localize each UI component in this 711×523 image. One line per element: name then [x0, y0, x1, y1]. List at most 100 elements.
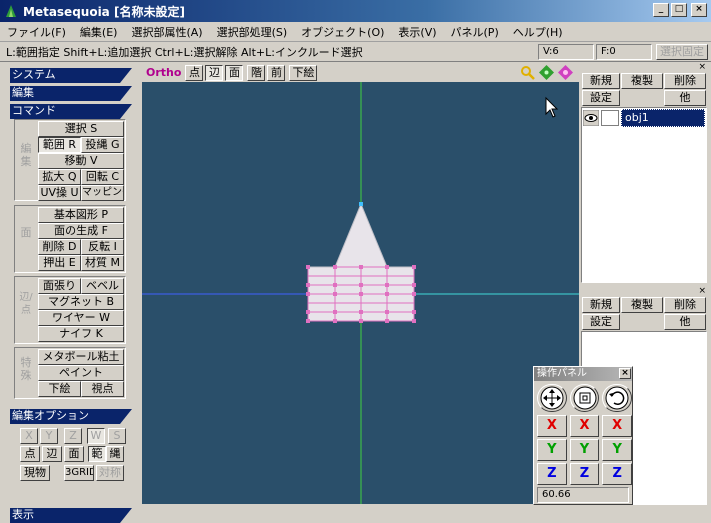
minimize-button[interactable]: _: [653, 3, 669, 17]
op-rotate-button[interactable]: [602, 384, 633, 412]
range-button[interactable]: 範囲 R: [38, 137, 81, 153]
view-face-toggle[interactable]: 面: [225, 64, 244, 81]
operation-panel-close-button[interactable]: ×: [619, 368, 631, 379]
operation-panel-titlebar[interactable]: 操作パネル ×: [534, 367, 632, 381]
menu-file[interactable]: ファイル(F): [0, 24, 73, 40]
axis-s-toggle[interactable]: S: [108, 428, 126, 444]
zoom-icon[interactable]: [520, 65, 535, 80]
uv-button[interactable]: UV操 U: [38, 185, 81, 201]
viewport-canvas[interactable]: [142, 82, 579, 504]
visibility-eye-icon[interactable]: [583, 110, 599, 126]
object-other-button[interactable]: 他: [664, 90, 706, 106]
magnet-button[interactable]: マグネット B: [38, 294, 124, 310]
op-x-button-1[interactable]: X: [537, 415, 567, 437]
menu-help[interactable]: ヘルプ(H): [506, 24, 570, 40]
object-settings-button[interactable]: 設定: [582, 90, 620, 106]
object-delete-button[interactable]: 削除: [664, 73, 706, 89]
material-panel-close-icon[interactable]: ×: [698, 287, 706, 296]
move-button[interactable]: 移動 V: [38, 153, 124, 169]
op-y-button-3[interactable]: Y: [602, 439, 633, 461]
material-new-button[interactable]: 新規: [582, 297, 620, 313]
view-sketch-toggle[interactable]: 下絵: [289, 64, 318, 81]
lasso-button[interactable]: 投縄 G: [81, 137, 124, 153]
axis-z-toggle[interactable]: Z: [64, 428, 82, 444]
section-system[interactable]: システム: [10, 68, 132, 83]
material-duplicate-button[interactable]: 複製: [621, 297, 663, 313]
projection-mode[interactable]: Ortho: [142, 66, 185, 79]
material-other-button[interactable]: 他: [664, 314, 706, 330]
section-command[interactable]: コマンド: [10, 104, 132, 119]
op-z-button-2[interactable]: Z: [569, 463, 600, 485]
object-panel-close-icon[interactable]: ×: [698, 63, 706, 72]
op-x-button-3[interactable]: X: [602, 415, 633, 437]
view-stage-toggle[interactable]: 階: [247, 64, 266, 81]
basic-shape-button[interactable]: 基本図形 P: [38, 207, 124, 223]
op-scale-button[interactable]: [569, 384, 600, 412]
current-object-toggle[interactable]: 現物: [20, 465, 50, 481]
view-edge-toggle[interactable]: 辺: [205, 64, 224, 81]
op-z-button-1[interactable]: Z: [537, 463, 567, 485]
material-delete-button[interactable]: 削除: [664, 297, 706, 313]
option-face-toggle[interactable]: 面: [64, 446, 84, 462]
lock-toggle[interactable]: [601, 110, 619, 126]
object-row[interactable]: obj1: [583, 109, 705, 127]
menu-selection-attr[interactable]: 選択部属性(A): [124, 24, 209, 40]
metaball-button[interactable]: メタボール粘土: [38, 349, 124, 365]
op-x-button-2[interactable]: X: [569, 415, 600, 437]
object-list[interactable]: obj1: [581, 107, 707, 283]
section-display[interactable]: 表示: [10, 508, 132, 523]
op-y-button-2[interactable]: Y: [569, 439, 600, 461]
viewpoint-button[interactable]: 視点: [81, 381, 124, 397]
axis-w-toggle[interactable]: W: [87, 428, 105, 444]
maximize-button[interactable]: □: [671, 3, 687, 17]
close-button[interactable]: ×: [691, 3, 707, 17]
sketch-button[interactable]: 下絵: [38, 381, 81, 397]
face-stretch-button[interactable]: 面張り: [38, 278, 81, 294]
op-y-button-1[interactable]: Y: [537, 439, 567, 461]
flip-button[interactable]: 反転 I: [81, 239, 124, 255]
paint-button[interactable]: ペイント: [38, 365, 124, 381]
menu-selection-proc[interactable]: 選択部処理(S): [210, 24, 295, 40]
extrude-button[interactable]: 押出 E: [38, 255, 81, 271]
object-duplicate-button[interactable]: 複製: [621, 73, 663, 89]
menu-panel[interactable]: パネル(P): [444, 24, 506, 40]
object-name[interactable]: obj1: [621, 109, 705, 127]
knife-button[interactable]: ナイフ K: [38, 326, 124, 342]
grid3d-toggle[interactable]: 3GRID: [64, 465, 94, 481]
bevel-button[interactable]: ベベル: [81, 278, 124, 294]
select-button[interactable]: 選択 S: [38, 121, 124, 137]
option-edge-toggle[interactable]: 辺: [42, 446, 62, 462]
view-front-toggle[interactable]: 前: [267, 64, 286, 81]
menu-edit[interactable]: 編集(E): [73, 24, 125, 40]
axis-x-toggle[interactable]: X: [20, 428, 38, 444]
scale-button[interactable]: 拡大 Q: [38, 169, 81, 185]
wire-button[interactable]: ワイヤー W: [38, 310, 124, 326]
3d-viewport[interactable]: [142, 82, 579, 504]
menu-view[interactable]: 表示(V): [391, 24, 443, 40]
object-new-button[interactable]: 新規: [582, 73, 620, 89]
scale-square-icon: [573, 386, 596, 410]
option-lasso-toggle[interactable]: 縄: [106, 446, 124, 462]
option-range-toggle[interactable]: 範: [88, 446, 106, 462]
material-button[interactable]: 材質 M: [81, 255, 124, 271]
op-value-field[interactable]: 60.66: [537, 487, 629, 503]
view-point-toggle[interactable]: 点: [185, 64, 204, 81]
mapping-button[interactable]: マッピング: [81, 185, 124, 201]
face-generate-button[interactable]: 面の生成 F: [38, 223, 124, 239]
op-move-button[interactable]: [537, 384, 567, 412]
material-settings-button[interactable]: 設定: [582, 314, 620, 330]
selection-fix-button[interactable]: 選択固定: [656, 43, 708, 60]
symmetry-toggle[interactable]: 対称: [96, 465, 124, 481]
operation-panel-title: 操作パネル: [537, 368, 587, 379]
rotate-button[interactable]: 回転 C: [81, 169, 124, 185]
section-edit-options[interactable]: 編集オプション: [10, 409, 132, 424]
section-edit[interactable]: 編集: [10, 86, 132, 101]
menu-object[interactable]: オブジェクト(O): [294, 24, 391, 40]
delete-button[interactable]: 削除 D: [38, 239, 81, 255]
rotate-view-icon[interactable]: [558, 65, 573, 80]
axis-y-toggle[interactable]: Y: [40, 428, 58, 444]
op-z-button-3[interactable]: Z: [602, 463, 633, 485]
pan-icon[interactable]: [539, 65, 554, 80]
option-point-toggle[interactable]: 点: [20, 446, 40, 462]
mesh-object[interactable]: [306, 202, 416, 323]
